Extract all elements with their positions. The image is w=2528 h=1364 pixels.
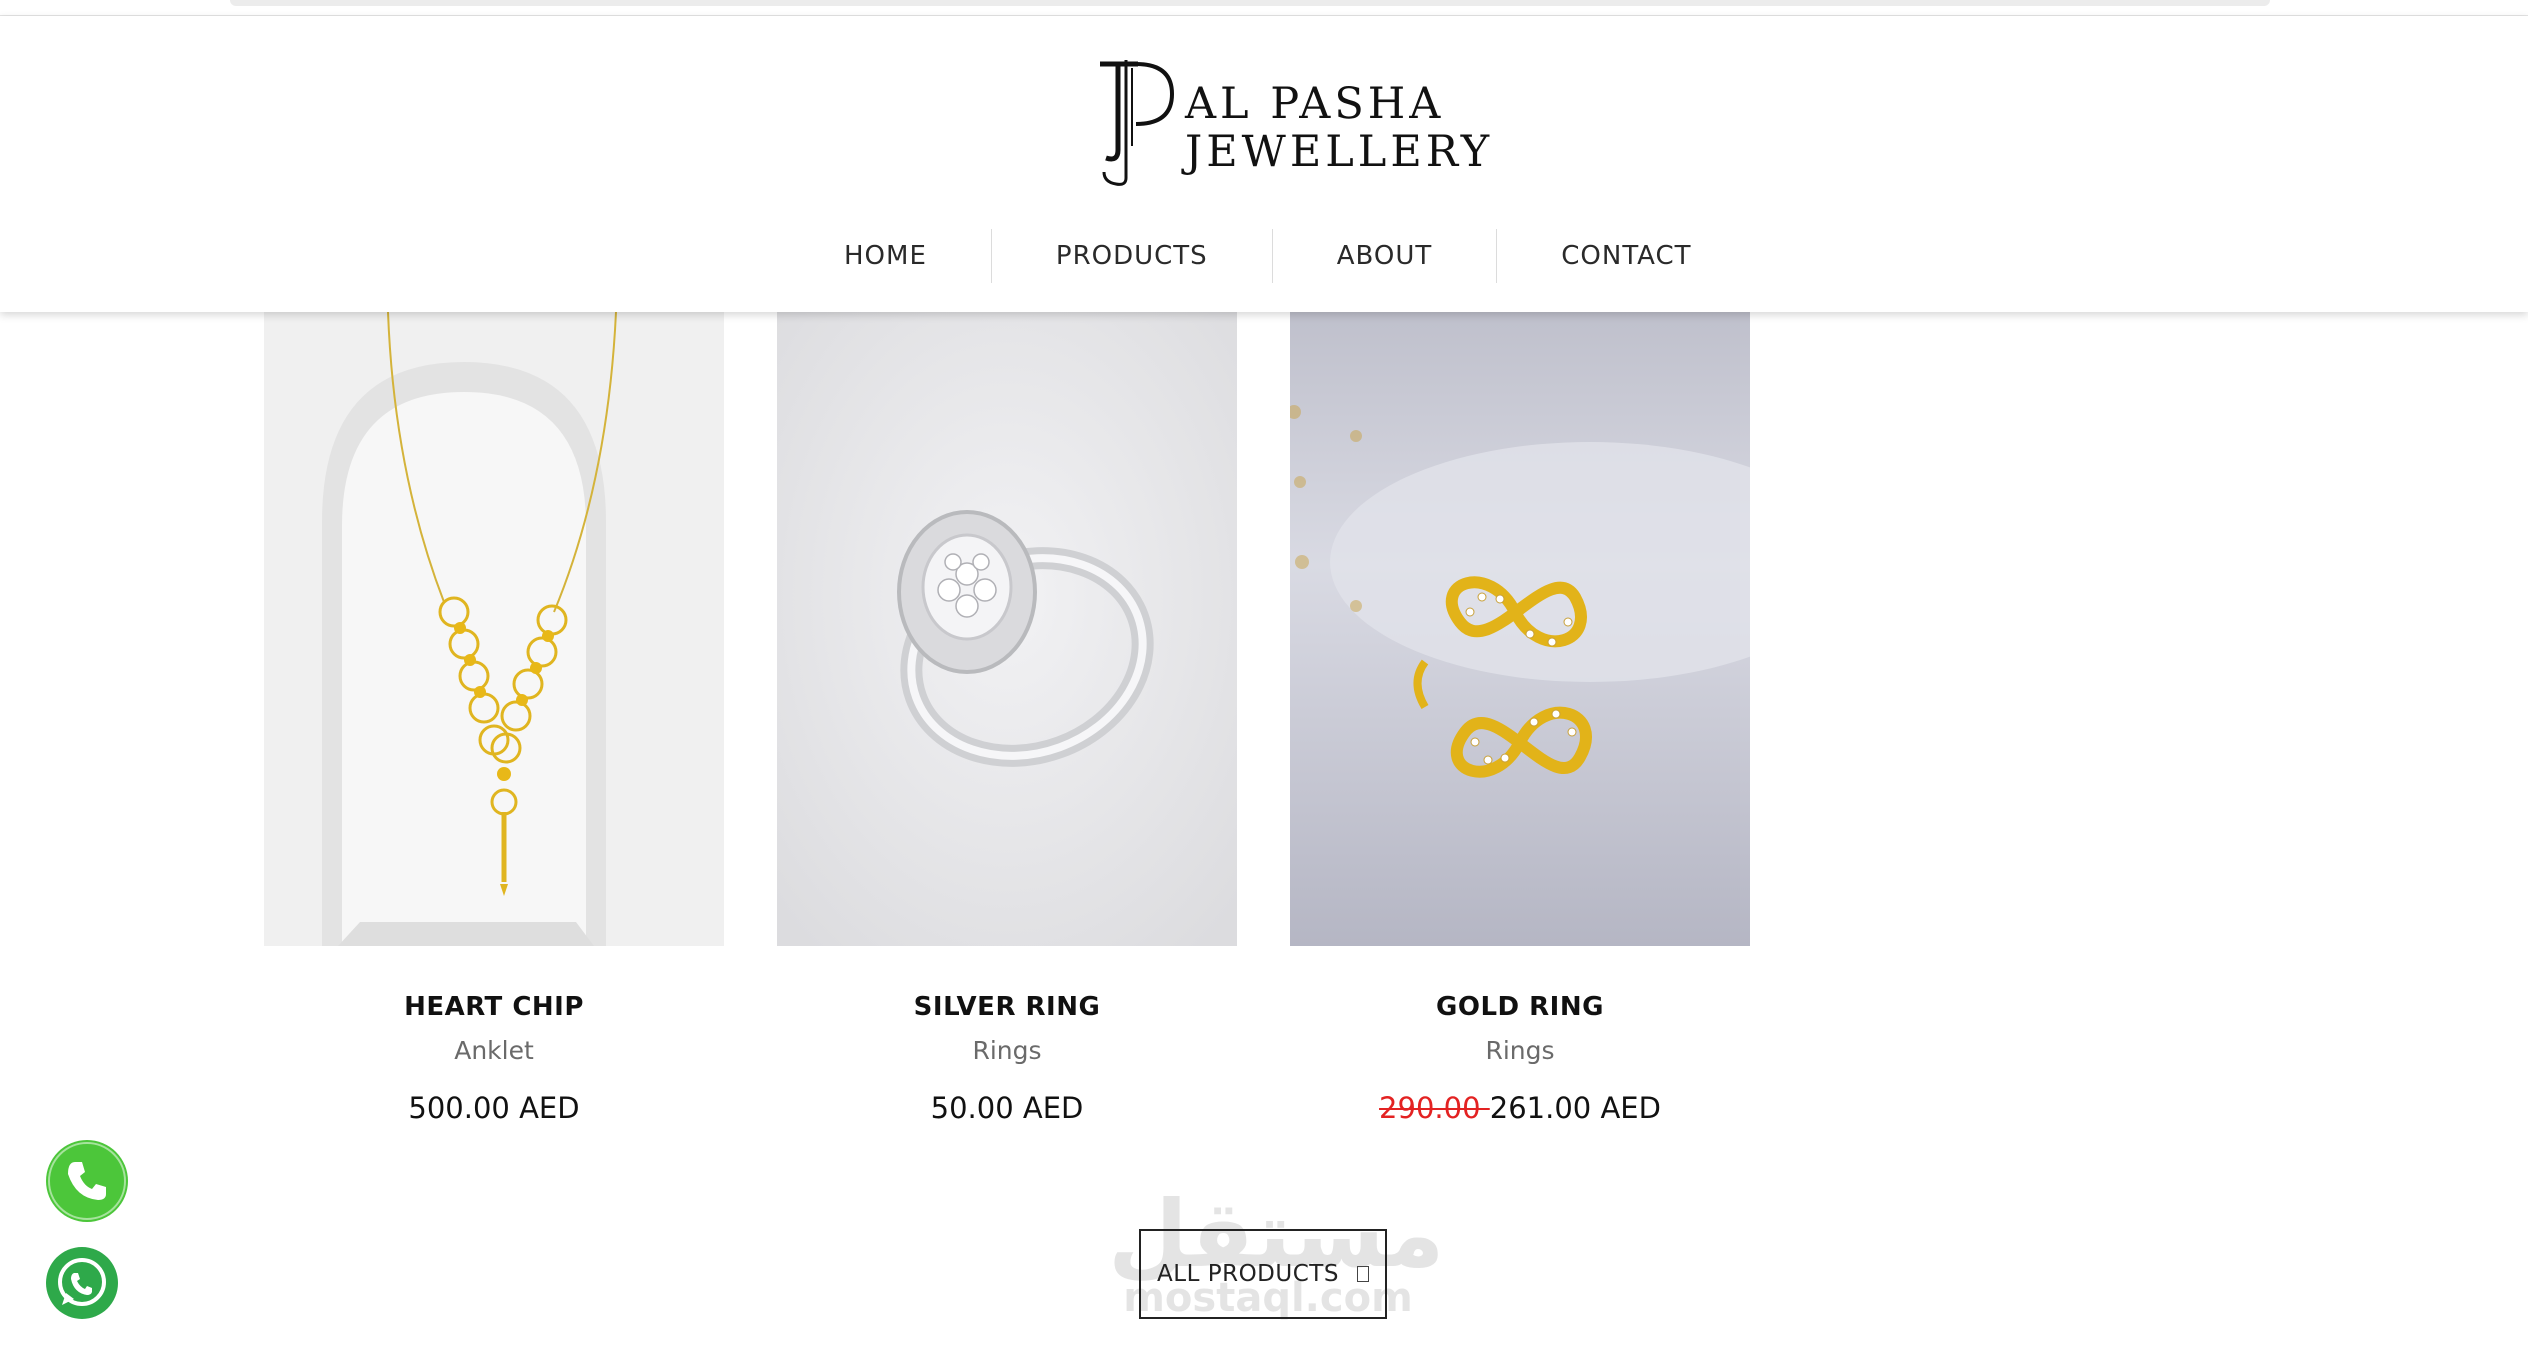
nav-contact[interactable]: CONTACT	[1497, 229, 1755, 283]
product-category: Rings	[1485, 1036, 1555, 1065]
top-bar	[230, 0, 2270, 6]
phone-icon	[48, 1142, 126, 1220]
product-card-heart-chip[interactable]: HEART CHIP Anklet 500.00 AED	[264, 312, 724, 1125]
product-price: 50.00 AED	[777, 1091, 1237, 1125]
main-nav: HOME PRODUCTS ABOUT CONTACT	[780, 224, 1756, 288]
necklace-image	[264, 312, 724, 946]
product-current-price: 500.00 AED	[408, 1091, 580, 1125]
silver-ring-image	[777, 312, 1237, 946]
product-name[interactable]: GOLD RING	[1290, 992, 1750, 1022]
product-name[interactable]: HEART CHIP	[264, 992, 724, 1022]
nav-products[interactable]: PRODUCTS	[992, 229, 1272, 283]
arrow-icon	[1356, 1266, 1369, 1282]
browser-top-strip	[0, 0, 2528, 16]
nav-home[interactable]: HOME	[780, 229, 991, 283]
phone-call-button[interactable]	[46, 1140, 128, 1222]
product-current-price: 50.00 AED	[930, 1091, 1084, 1125]
logo-monogram-icon	[1100, 60, 1175, 186]
product-category: Anklet	[454, 1036, 534, 1065]
brand-logo[interactable]: AL PASHA JEWELLERY	[1092, 58, 1489, 188]
product-image[interactable]	[1290, 312, 1750, 946]
product-price: 290.00 261.00 AED	[1290, 1091, 1750, 1125]
product-card-gold-ring[interactable]: GOLD RING Rings 290.00 261.00 AED	[1290, 312, 1750, 1125]
product-image[interactable]	[777, 312, 1237, 946]
nav-about[interactable]: ABOUT	[1273, 229, 1497, 283]
whatsapp-icon	[58, 1258, 106, 1306]
logo-line-1: AL PASHA	[1185, 79, 1445, 129]
whatsapp-button[interactable]	[46, 1247, 118, 1319]
product-name[interactable]: SILVER RING	[777, 992, 1237, 1022]
product-category: Rings	[972, 1036, 1042, 1065]
product-image[interactable]	[264, 312, 724, 946]
product-price: 500.00 AED	[264, 1091, 724, 1125]
all-products-label: ALL PRODUCTS	[1157, 1261, 1339, 1287]
logo-wordmark: AL PASHA JEWELLERY	[1185, 80, 1493, 176]
all-products-button[interactable]: ALL PRODUCTS	[1139, 1229, 1387, 1319]
site-header: AL PASHA JEWELLERY HOME PRODUCTS ABOUT C…	[0, 16, 2528, 312]
logo-line-2: JEWELLERY	[1185, 127, 1494, 177]
product-card-silver-ring[interactable]: SILVER RING Rings 50.00 AED	[777, 312, 1237, 1125]
product-old-price: 290.00	[1379, 1091, 1490, 1125]
product-current-price: 261.00 AED	[1489, 1091, 1661, 1125]
gold-ring-image	[1290, 312, 1750, 946]
